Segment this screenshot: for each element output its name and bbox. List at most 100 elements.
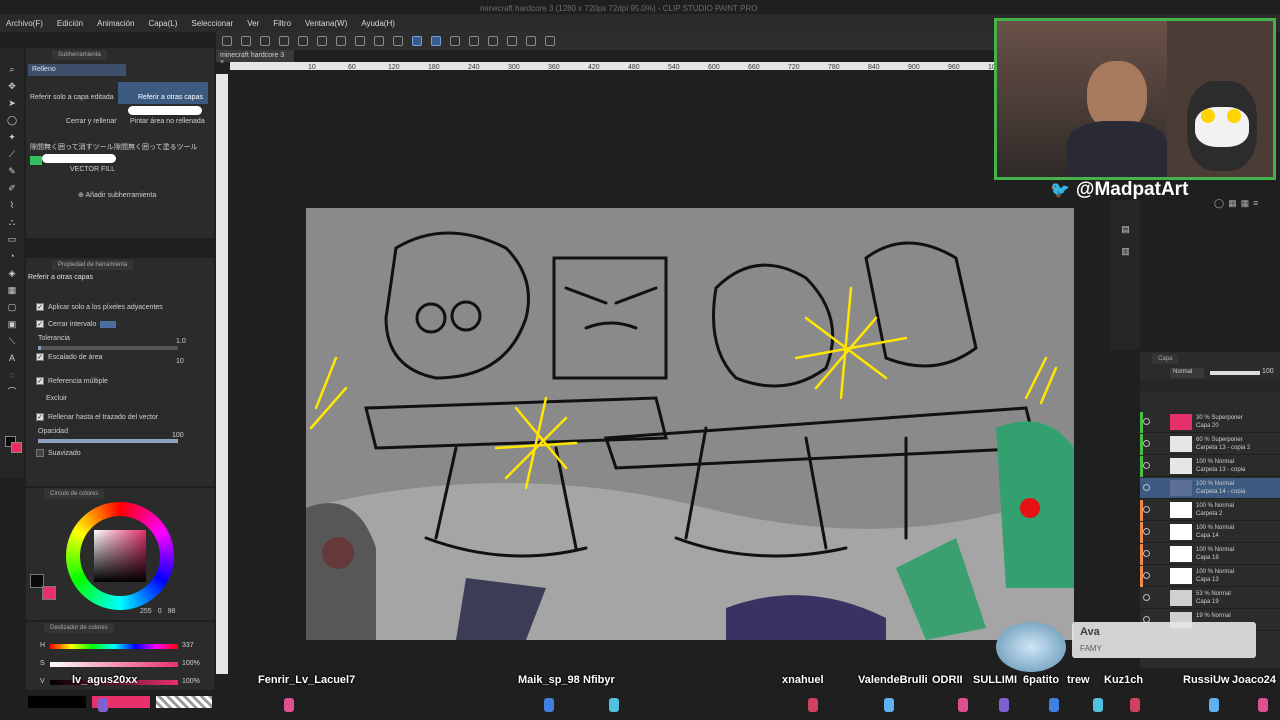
s-value[interactable]: 100% — [182, 660, 200, 667]
sub-color-swatch[interactable] — [42, 586, 56, 600]
layer-row[interactable]: 100 % Normal Capa 18 — [1140, 544, 1280, 565]
transform-icon[interactable] — [374, 36, 384, 46]
opacity-slider[interactable] — [38, 439, 178, 443]
subtool-group-fill[interactable]: Relleno — [28, 64, 126, 76]
menu-animacion[interactable]: Animación — [97, 19, 134, 28]
new-file-icon[interactable] — [222, 36, 232, 46]
subtool-vector-fill[interactable]: VECTOR FILL — [70, 166, 115, 173]
tab-color-slider[interactable]: Deslizador de colores — [44, 623, 114, 633]
gap-level-indicator[interactable] — [100, 320, 117, 328]
save-icon[interactable] — [260, 36, 270, 46]
crop-icon[interactable] — [469, 36, 479, 46]
eye-icon[interactable] — [1143, 506, 1150, 513]
snap-special-ruler-icon[interactable] — [431, 36, 441, 46]
tab-subtool[interactable]: Subherramienta — [52, 50, 107, 60]
move-icon[interactable]: ✥ — [7, 81, 18, 92]
prop-antialias[interactable]: Suavizado — [36, 449, 81, 457]
text-icon[interactable]: A — [7, 353, 18, 364]
pencil-icon[interactable]: ✐ — [7, 183, 18, 194]
snap-ruler-icon[interactable] — [412, 36, 422, 46]
ruler-icon[interactable]: ⟍ — [7, 336, 18, 347]
zoom-icon[interactable]: ⌕ — [7, 64, 18, 75]
saturation-slider[interactable] — [50, 662, 178, 667]
layer-icon[interactable] — [545, 36, 555, 46]
tab-layer[interactable]: Capa — [1152, 354, 1179, 364]
layer-row[interactable]: 30 % Superponer Capa 20 — [1140, 412, 1280, 433]
checkbox[interactable]: ✓ — [36, 377, 44, 385]
eye-icon[interactable] — [1143, 440, 1150, 447]
subtool-close-fill[interactable]: Cerrar y rellenar — [66, 118, 117, 125]
airbrush-icon[interactable]: ⛬ — [7, 217, 18, 228]
export-icon[interactable] — [279, 36, 289, 46]
add-subtool-button[interactable]: ⊕ Añadir subherramienta — [78, 191, 156, 199]
subtool-gapless-fill[interactable]: 隙間無く囲って塗るツール — [114, 142, 198, 152]
layer-opacity-slider[interactable] — [1210, 371, 1260, 375]
eye-icon[interactable] — [1143, 484, 1150, 491]
gradient-icon[interactable]: ▦ — [7, 285, 18, 296]
eye-icon[interactable] — [1143, 550, 1150, 557]
subtool-paint-unfilled[interactable]: Pintar área no rellenada — [130, 118, 205, 125]
layer-row[interactable]: 100 % Normal Carpeta 13 - copia — [1140, 456, 1280, 477]
layer-row[interactable]: 100 % Normal Carpeta 14 - copia — [1140, 478, 1280, 499]
open-file-icon[interactable] — [241, 36, 251, 46]
frame-icon[interactable]: ▣ — [7, 319, 18, 330]
checkbox[interactable]: ✓ — [36, 353, 44, 361]
subtool-gapless-erase[interactable]: 隙間無く囲って消すツール — [30, 142, 114, 152]
checkbox[interactable]: ✓ — [36, 303, 44, 311]
menu-ver[interactable]: Ver — [247, 19, 259, 28]
sub-color-swatch[interactable] — [11, 442, 22, 453]
menu-filtro[interactable]: Filtro — [273, 19, 291, 28]
menu-seleccionar[interactable]: Seleccionar — [191, 19, 233, 28]
document-tab[interactable]: minecraft hardcore 3 × — [216, 50, 294, 66]
prop-area-scaling[interactable]: ✓ Escalado de área — [36, 353, 102, 361]
blend-icon[interactable]: ◔ — [7, 251, 18, 262]
tolerance-slider[interactable] — [38, 346, 178, 350]
operation-icon[interactable]: ➤ — [7, 98, 18, 109]
tab-tool-property[interactable]: Propiedad de herramienta — [52, 260, 134, 270]
flip-icon[interactable] — [507, 36, 517, 46]
line-correct-icon[interactable]: ⌒ — [7, 387, 18, 398]
eyedropper-icon[interactable]: ⟋ — [7, 149, 18, 160]
menu-capa[interactable]: Capa(L) — [149, 19, 178, 28]
eye-icon[interactable] — [1143, 462, 1150, 469]
menu-edicion[interactable]: Edición — [57, 19, 83, 28]
redo-icon[interactable] — [317, 36, 327, 46]
h-value[interactable]: 337 — [182, 642, 194, 649]
subtool-refer-edit-layer[interactable]: Referir solo a capa editada — [30, 94, 114, 101]
pen-icon[interactable]: ✎ — [7, 166, 18, 177]
balloon-icon[interactable]: ◌ — [7, 370, 18, 381]
prop-fill-to-vector[interactable]: ✓ Rellenar hasta el trazado del vector — [36, 413, 158, 421]
checkbox[interactable]: ✓ — [36, 320, 44, 328]
menu-ayuda[interactable]: Ayuda(H) — [361, 19, 395, 28]
artwork-canvas[interactable] — [306, 208, 1074, 640]
opacity-value[interactable]: 100 — [172, 432, 184, 439]
expand-icon[interactable] — [488, 36, 498, 46]
checkbox[interactable]: ✓ — [36, 413, 44, 421]
panel-menu-icons[interactable]: ◯▦▦≡ — [1214, 198, 1276, 210]
menu-ventana[interactable]: Ventana(W) — [305, 19, 347, 28]
tab-color-circle[interactable]: Círculo de colores — [44, 489, 105, 499]
hue-ring[interactable] — [66, 502, 174, 610]
layer-row[interactable]: 60 % Superponer Carpeta 13 - copia 2 — [1140, 434, 1280, 455]
eye-icon[interactable] — [1143, 572, 1150, 579]
area-scaling-value[interactable]: 10 — [176, 358, 184, 365]
clear-icon[interactable] — [336, 36, 346, 46]
navigator-icon[interactable]: ▤ — [1120, 224, 1131, 235]
eraser-icon[interactable]: ▭ — [7, 234, 18, 245]
sub-view-icon[interactable]: ▥ — [1120, 246, 1131, 257]
layer-row[interactable]: 53 % Normal Capa 19 — [1140, 588, 1280, 609]
rotate-icon[interactable] — [526, 36, 536, 46]
blend-mode-select[interactable]: Normal — [1170, 368, 1204, 378]
undo-icon[interactable] — [298, 36, 308, 46]
layer-row[interactable]: 100 % Normal Capa 13 — [1140, 566, 1280, 587]
figure-icon[interactable]: ▢ — [7, 302, 18, 313]
fill-bucket-icon[interactable]: ◈ — [7, 268, 18, 279]
prop-close-gap[interactable]: ✓ Cerrar intervalo — [36, 320, 117, 328]
subtool-refer-other-layers[interactable]: Referir a otras capas — [138, 94, 203, 101]
prop-multiple-reference[interactable]: ✓ Referencia múltiple — [36, 377, 108, 385]
eye-icon[interactable] — [1143, 594, 1150, 601]
fill-icon[interactable] — [355, 36, 365, 46]
saturation-value-box[interactable] — [94, 530, 146, 582]
wand-icon[interactable]: ✦ — [7, 132, 18, 143]
snap-grid-icon[interactable] — [450, 36, 460, 46]
